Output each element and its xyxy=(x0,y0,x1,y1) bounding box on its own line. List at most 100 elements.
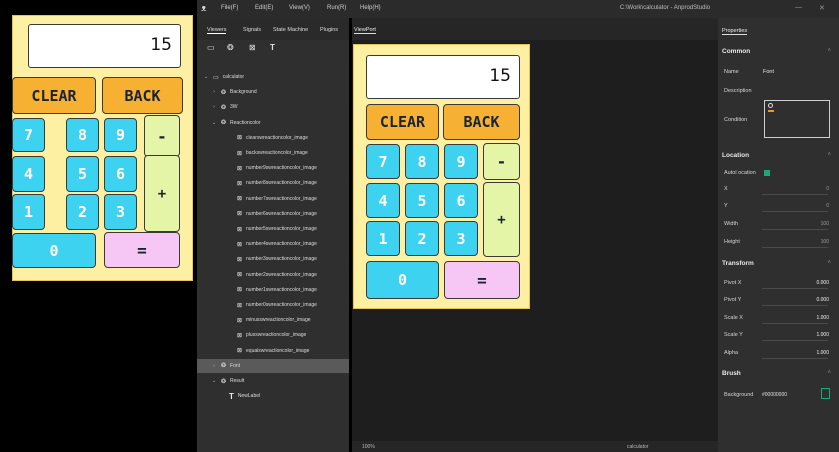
menu-help[interactable]: Help(H) xyxy=(360,5,381,11)
height-field[interactable]: 100 xyxy=(821,239,829,245)
viewport-plus-button[interactable]: + xyxy=(483,182,520,257)
tree-item[interactable]: ⊠ equalswreactioncolor_image xyxy=(197,344,349,358)
equals-button[interactable]: = xyxy=(104,232,180,268)
viewport-digit-3-button[interactable]: 3 xyxy=(444,221,478,256)
tab-viewers[interactable]: Viewers xyxy=(207,27,227,34)
viewport-digit-2-button[interactable]: 2 xyxy=(405,221,439,256)
digit-1-button[interactable]: 1 xyxy=(12,194,45,230)
tree-item[interactable]: ⊠ plusswreactioncolor_image xyxy=(197,328,349,342)
background-color-swatch[interactable] xyxy=(821,388,830,399)
menu-run[interactable]: Run(R) xyxy=(327,5,346,11)
tree-item[interactable]: ⊠ clearswreactioncolor_image xyxy=(197,131,349,145)
tree-item[interactable]: ⊠ number8swreactioncolor_image xyxy=(197,176,349,190)
tab-state-machine[interactable]: State Machine xyxy=(273,27,308,33)
digit-3-button[interactable]: 3 xyxy=(104,194,137,230)
tree-item[interactable]: ⊠ minusswreactioncolor_image xyxy=(197,313,349,327)
tree-item[interactable]: ⊠ backswreactioncolor_image xyxy=(197,146,349,160)
pivot-x-field[interactable]: 0.000 xyxy=(816,280,829,286)
viewport-digit-6-button[interactable]: 6 xyxy=(444,183,478,218)
viewport-back-button[interactable]: BACK xyxy=(443,104,520,140)
chevron-right-icon[interactable]: › xyxy=(211,104,217,110)
chevron-down-icon[interactable]: ⌄ xyxy=(211,120,217,126)
tree-item[interactable]: ⊠ number1swreactioncolor_image xyxy=(197,283,349,297)
plus-button[interactable]: + xyxy=(144,155,180,232)
digit-6-button[interactable]: 6 xyxy=(104,156,137,192)
scale-y-field[interactable]: 1.000 xyxy=(816,332,829,338)
tree-item[interactable]: ⊠ number0swreactioncolor_image xyxy=(197,298,349,312)
chevron-down-icon[interactable]: ⌄ xyxy=(211,378,217,384)
digit-9-button[interactable]: 9 xyxy=(104,118,137,152)
menu-file[interactable]: File(F) xyxy=(221,5,238,11)
viewport-digit-7-button[interactable]: 7 xyxy=(366,144,400,179)
text-icon[interactable]: T xyxy=(270,43,275,52)
tree-item[interactable]: › ❂ Background xyxy=(197,85,349,99)
menu-view[interactable]: View(V) xyxy=(289,5,310,11)
collapse-location-icon[interactable]: ˄ xyxy=(827,152,831,158)
pivot-y-field[interactable]: 0.000 xyxy=(816,297,829,303)
section-common-heading[interactable]: Common xyxy=(722,48,750,55)
width-field[interactable]: 100 xyxy=(821,221,829,227)
minimize-button[interactable]: — xyxy=(795,4,802,11)
tab-properties[interactable]: Properties xyxy=(722,28,748,35)
group-icon[interactable]: ❂ xyxy=(227,43,234,52)
tab-signals[interactable]: Signals xyxy=(243,27,261,33)
tree-item[interactable]: › ❂ 3W xyxy=(197,100,349,114)
collapse-common-icon[interactable]: ˄ xyxy=(827,48,831,54)
tree-item[interactable]: ⊠ number2swreactioncolor_image xyxy=(197,268,349,282)
background-color-field[interactable]: #00000000 xyxy=(762,392,787,398)
digit-0-button[interactable]: 0 xyxy=(12,233,96,268)
collapse-brush-icon[interactable]: ˄ xyxy=(827,370,831,376)
tree-item[interactable]: ⊠ number3swreactioncolor_image xyxy=(197,252,349,266)
section-location-heading[interactable]: Location xyxy=(722,152,749,159)
menu-edit[interactable]: Edit(E) xyxy=(255,5,273,11)
viewport-minus-button[interactable]: - xyxy=(483,143,520,180)
chevron-right-icon[interactable]: › xyxy=(211,89,217,95)
tree-item[interactable]: ⊠ number5swreactioncolor_image xyxy=(197,222,349,236)
name-field[interactable]: Font xyxy=(763,69,774,75)
clear-button[interactable]: CLEAR xyxy=(12,77,96,114)
collapse-transform-icon[interactable]: ˄ xyxy=(827,260,831,266)
tree-item[interactable]: ⊠ number7swreactioncolor_image xyxy=(197,192,349,206)
chevron-right-icon[interactable]: › xyxy=(211,363,217,369)
alpha-field[interactable]: 1.000 xyxy=(816,350,829,356)
digit-7-button[interactable]: 7 xyxy=(12,118,45,152)
viewport-digit-1-button[interactable]: 1 xyxy=(366,221,400,256)
section-transform-heading[interactable]: Transform xyxy=(722,260,754,267)
auto-location-checkbox[interactable] xyxy=(764,170,770,176)
viewport-clear-button[interactable]: CLEAR xyxy=(366,104,439,140)
tree-item[interactable]: ⊠ number6swreactioncolor_image xyxy=(197,207,349,221)
viewport-digit-8-button[interactable]: 8 xyxy=(405,144,439,179)
digit-8-button[interactable]: 8 xyxy=(66,118,99,152)
tree-item[interactable]: ⊠ number9swreactioncolor_image xyxy=(197,161,349,175)
tree-item[interactable]: ⊠ number4swreactioncolor_image xyxy=(197,237,349,251)
tab-viewport[interactable]: ViewPort xyxy=(354,27,376,34)
viewport-digit-0-button[interactable]: 0 xyxy=(366,261,439,299)
tree-item[interactable]: ⌄ ▭ calculator xyxy=(197,70,349,84)
tree-item-label: calculator xyxy=(222,74,245,80)
x-field[interactable]: 0 xyxy=(826,186,829,192)
y-field[interactable]: 0 xyxy=(826,203,829,209)
back-button[interactable]: BACK xyxy=(102,77,183,114)
tree-item[interactable]: › ❂ Font xyxy=(197,358,349,373)
viewport-digit-4-button[interactable]: 4 xyxy=(366,183,400,218)
tree-item[interactable]: ⌄ ❂ Result xyxy=(197,374,349,388)
condition-field[interactable] xyxy=(764,100,830,138)
section-brush-heading[interactable]: Brush xyxy=(722,370,741,377)
scale-x-field[interactable]: 1.000 xyxy=(816,315,829,321)
digit-2-button[interactable]: 2 xyxy=(66,194,99,230)
viewport-equals-button[interactable]: = xyxy=(444,261,520,299)
chevron-down-icon[interactable]: ⌄ xyxy=(203,74,209,80)
digit-5-button[interactable]: 5 xyxy=(66,156,99,192)
tree-item[interactable]: T NewLabel xyxy=(197,389,349,403)
panel-tabs: Viewers Signals State Machine Plugins xyxy=(197,18,349,40)
viewport-digit-5-button[interactable]: 5 xyxy=(405,183,439,218)
tree-item[interactable]: ⌄ ❂ Reactioncolor xyxy=(197,116,349,130)
image-icon[interactable]: ⊠ xyxy=(249,43,256,52)
close-button[interactable]: ✕ xyxy=(819,4,825,12)
viewport-digit-9-button[interactable]: 9 xyxy=(444,144,478,179)
zoom-level[interactable]: 100% xyxy=(362,444,375,450)
window-icon[interactable]: ▭ xyxy=(207,43,215,52)
tab-plugins[interactable]: Plugins xyxy=(320,27,338,33)
minus-button[interactable]: - xyxy=(144,115,180,157)
digit-4-button[interactable]: 4 xyxy=(12,156,45,192)
